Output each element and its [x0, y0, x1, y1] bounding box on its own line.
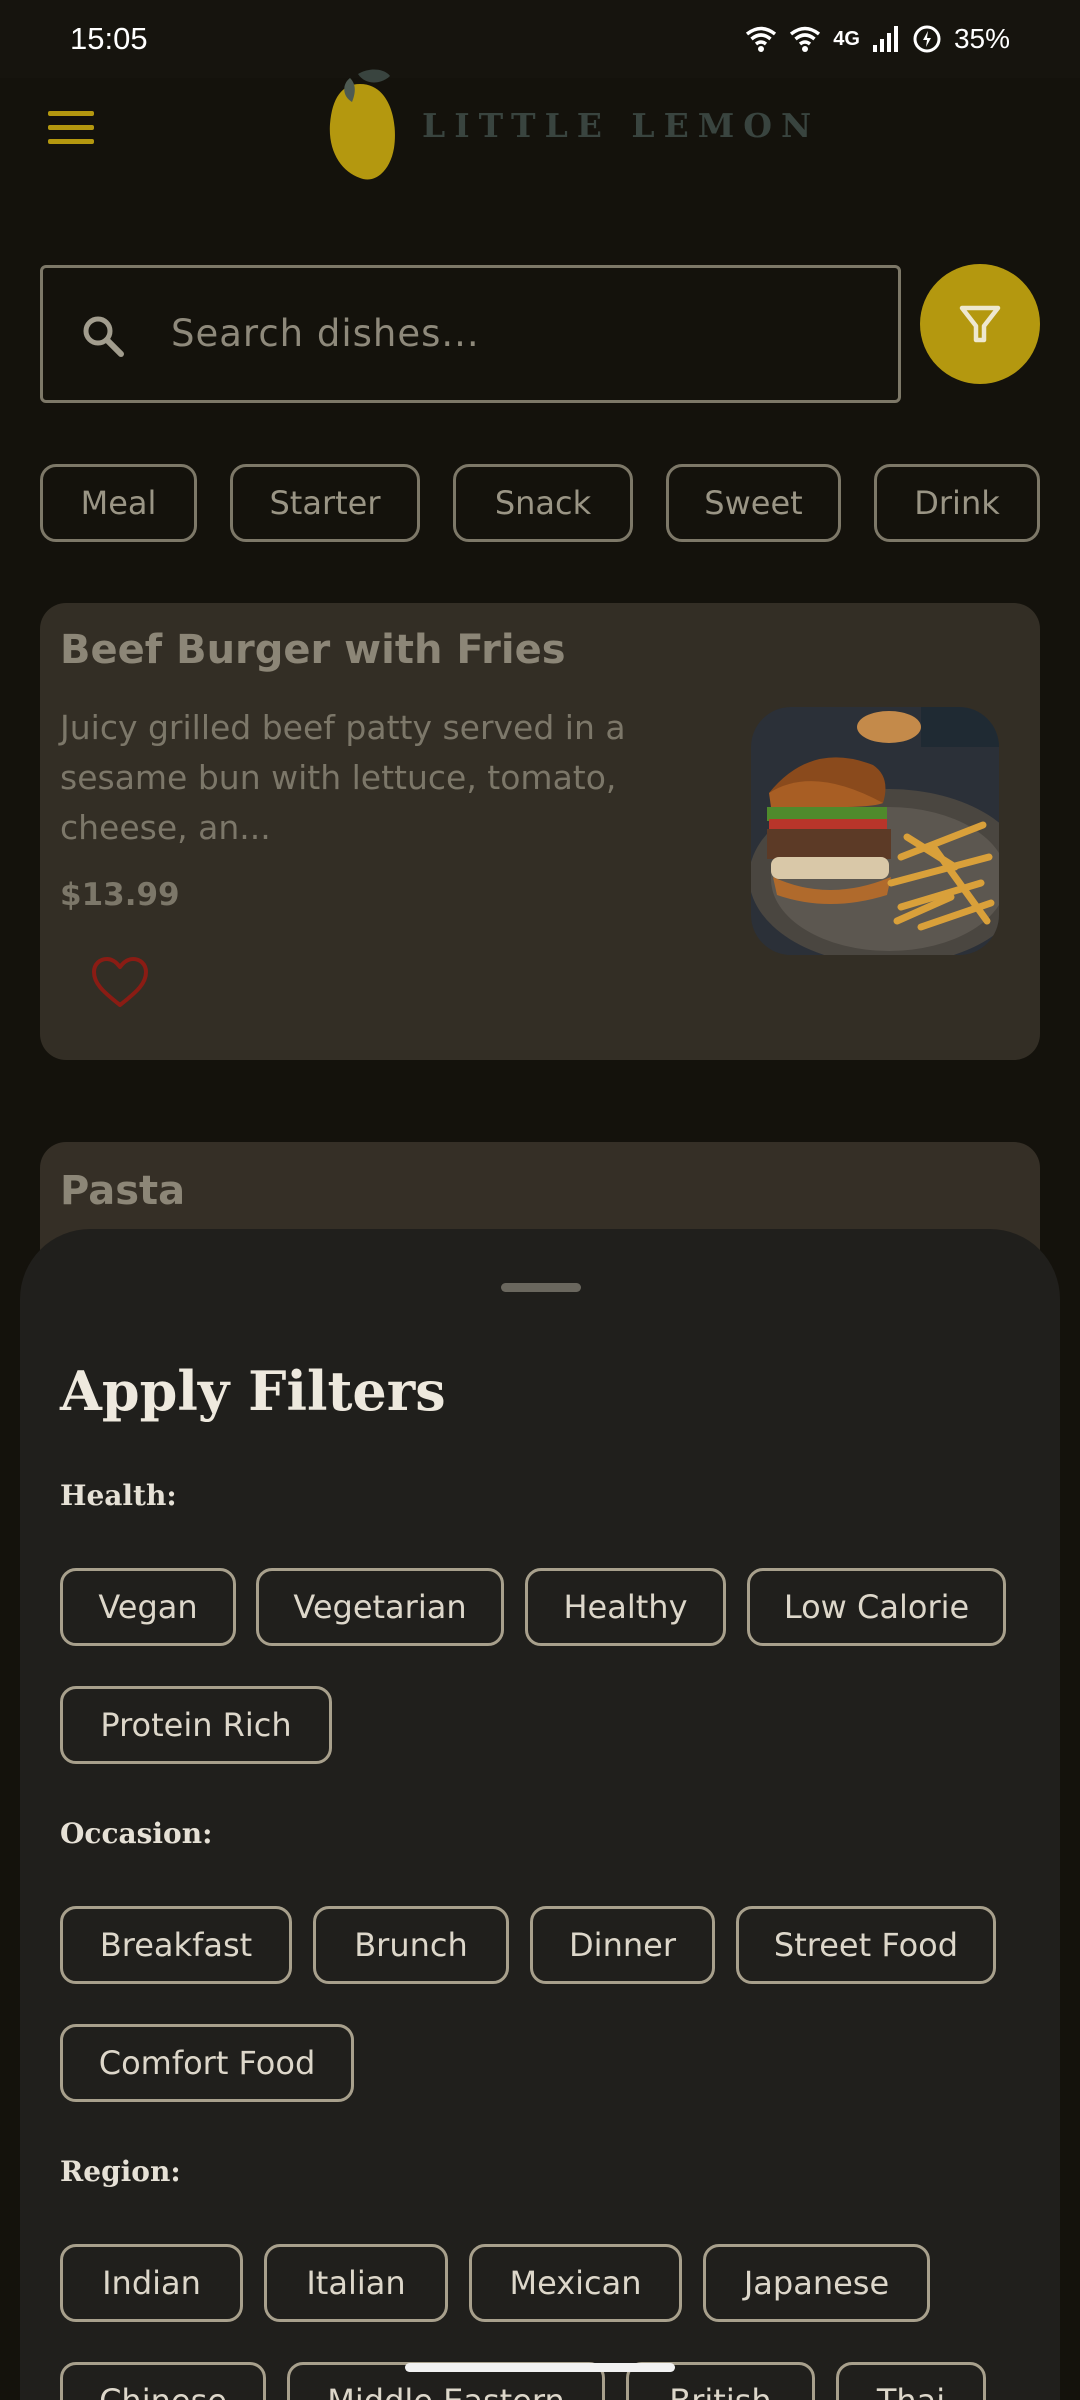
status-icons: 4G 35% — [745, 23, 1010, 55]
filter-chip-low-calorie[interactable]: Low Calorie — [747, 1568, 1006, 1646]
filter-chip-italian[interactable]: Italian — [264, 2244, 448, 2322]
status-time: 15:05 — [70, 21, 148, 56]
filter-chip-healthy[interactable]: Healthy — [525, 1568, 726, 1646]
signal-icon — [872, 26, 898, 52]
filter-chip-street-food[interactable]: Street Food — [736, 1906, 996, 1984]
dish-card[interactable]: Beef Burger with Fries Juicy grilled bee… — [40, 603, 1040, 1060]
gesture-nav-bar[interactable] — [405, 2363, 675, 2372]
filter-chip-breakfast[interactable]: Breakfast — [60, 1906, 292, 1984]
menu-icon-bar — [48, 138, 94, 144]
menu-icon-bar — [48, 124, 94, 130]
filter-chip-vegan[interactable]: Vegan — [60, 1568, 236, 1646]
dish-name: Pasta — [60, 1168, 186, 1214]
search-placeholder: Search dishes... — [171, 312, 480, 355]
sheet-title: Apply Filters — [60, 1359, 446, 1423]
filter-chip-thai[interactable]: Thai — [836, 2362, 986, 2400]
app-bar: LITTLE LEMON — [0, 69, 1080, 188]
status-bar: 15:05 4G 35% — [0, 0, 1080, 78]
filter-button[interactable] — [920, 264, 1040, 384]
menu-button[interactable] — [48, 96, 110, 158]
filter-chip-indian[interactable]: Indian — [60, 2244, 243, 2322]
drag-handle[interactable] — [501, 1283, 581, 1292]
filter-icon — [959, 305, 1001, 343]
filter-chip-chinese[interactable]: Chinese — [60, 2362, 266, 2400]
region-section-label: Region: — [60, 2155, 181, 2188]
wifi-icon — [746, 26, 777, 52]
health-section-label: Health: — [60, 1479, 177, 1512]
lemon-logo-icon — [329, 69, 395, 180]
brand-name: LITTLE LEMON — [422, 106, 821, 145]
wifi-calling-icon — [790, 26, 821, 52]
dish-price: $13.99 — [60, 877, 180, 913]
dish-name: Beef Burger with Fries — [60, 627, 566, 673]
menu-icon-bar — [48, 110, 94, 116]
network-type: 4G — [833, 27, 860, 50]
dish-description: Juicy grilled beef patty served in a ses… — [60, 708, 626, 847]
battery-saver-icon — [913, 25, 941, 53]
filter-bottom-sheet: Apply Filters Health: Vegan Vegetarian H… — [20, 1229, 1060, 2400]
category-chip-snack[interactable]: Snack — [453, 464, 633, 542]
filter-chip-japanese[interactable]: Japanese — [703, 2244, 930, 2322]
category-chip-starter[interactable]: Starter — [230, 464, 420, 542]
battery-level: 35% — [953, 23, 1010, 54]
screen: 15:05 4G 35% LITTLE LEMON Search dishes.… — [0, 0, 1080, 2400]
search-icon — [83, 316, 124, 357]
burger-photo — [751, 707, 999, 955]
category-chip-sweet[interactable]: Sweet — [666, 464, 841, 542]
filter-chip-brunch[interactable]: Brunch — [313, 1906, 509, 1984]
category-chip-drink[interactable]: Drink — [874, 464, 1040, 542]
occasion-section-label: Occasion: — [60, 1817, 213, 1850]
filter-chip-protein-rich[interactable]: Protein Rich — [60, 1686, 332, 1764]
filter-chip-vegetarian[interactable]: Vegetarian — [256, 1568, 504, 1646]
filter-chip-mexican[interactable]: Mexican — [469, 2244, 682, 2322]
heart-icon[interactable] — [90, 955, 150, 1011]
dish-image — [751, 707, 999, 955]
filter-chip-comfort-food[interactable]: Comfort Food — [60, 2024, 354, 2102]
filter-chip-dinner[interactable]: Dinner — [530, 1906, 715, 1984]
category-chip-meal[interactable]: Meal — [40, 464, 197, 542]
search-input[interactable]: Search dishes... — [40, 265, 901, 403]
